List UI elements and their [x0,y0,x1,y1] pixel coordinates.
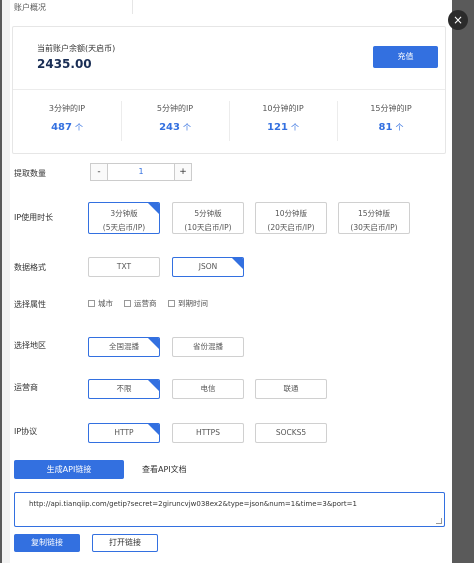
stat-value: 243 [159,122,180,133]
stat-unit: 个 [290,123,299,132]
duration-option-3min[interactable]: 3分钟版 (5天启币/IP) [88,202,160,234]
account-panel: 账户概况 当前账户余额(天启币) 2435.00 充值 3分钟的IP 487 个 … [2,0,452,563]
panel-left-strip [2,0,10,563]
option-price: (20天启币/IP) [267,223,315,232]
resize-handle-icon[interactable] [436,518,442,524]
stat-label: 15分钟的IP [370,104,412,113]
protocol-option-https[interactable]: HTTPS [172,423,244,443]
balance-value: 2435.00 [37,57,92,71]
region-option-national[interactable]: 全国混播 [88,337,160,357]
close-icon[interactable]: × [448,10,468,30]
open-link-button[interactable]: 打开链接 [92,534,158,552]
header-divider [132,0,133,14]
view-api-docs-link[interactable]: 查看API文档 [142,464,187,475]
checkbox-label: 到期时间 [178,299,208,308]
checkbox-label: 城市 [98,299,113,308]
stat-value: 121 [267,122,288,133]
stat-value: 487 [51,122,72,133]
format-option-txt[interactable]: TXT [88,257,160,277]
region-label: 选择地区 [14,341,46,350]
attributes-label: 选择属性 [14,300,46,309]
stat-unit: 个 [395,123,404,132]
panel-title: 账户概况 [14,3,46,12]
generate-api-link-button[interactable]: 生成API链接 [14,460,124,479]
card-divider [13,89,445,90]
stat-3min: 3分钟的IP 487 个 [13,101,121,141]
api-url-textarea[interactable]: http://api.tianqiip.com/getip?secret=2gi… [14,492,445,527]
decrement-button[interactable]: - [90,163,108,181]
protocol-option-http[interactable]: HTTP [88,423,160,443]
option-title: 5分钟版 [194,209,222,218]
stat-unit: 个 [182,123,191,132]
carrier-option-unicom[interactable]: 联通 [255,379,327,399]
protocol-option-socks5[interactable]: SOCKS5 [255,423,327,443]
duration-option-10min[interactable]: 10分钟版 (20天启币/IP) [255,202,327,234]
stat-unit: 个 [74,123,83,132]
option-price: (30天启币/IP) [350,223,398,232]
option-price: (5天启币/IP) [102,223,146,232]
stat-10min: 10分钟的IP 121 个 [229,101,337,141]
api-url-text: http://api.tianqiip.com/getip?secret=2gi… [29,500,357,508]
attribute-checkbox-carrier[interactable]: 运营商 [124,298,157,309]
stat-15min: 15分钟的IP 81 个 [337,101,445,141]
duration-option-5min[interactable]: 5分钟版 (10天启币/IP) [172,202,244,234]
carrier-option-any[interactable]: 不限 [88,379,160,399]
quantity-label: 提取数量 [14,169,46,178]
format-option-json[interactable]: JSON [172,257,244,277]
quantity-input[interactable]: 1 [108,163,174,181]
stat-label: 10分钟的IP [262,104,304,113]
region-option-province[interactable]: 省份混播 [172,337,244,357]
copy-link-button[interactable]: 复制链接 [14,534,80,552]
checkbox-icon[interactable] [88,300,95,307]
protocol-label: IP协议 [14,427,38,436]
stat-label: 5分钟的IP [156,104,194,113]
stat-value: 81 [378,122,393,133]
option-title: 3分钟版 [110,209,138,218]
balance-label: 当前账户余额(天启币) [37,44,116,53]
duration-label: IP使用时长 [14,213,54,222]
attribute-checkbox-expiry[interactable]: 到期时间 [168,298,208,309]
stat-5min: 5分钟的IP 243 个 [121,101,229,141]
checkbox-icon[interactable] [168,300,175,307]
increment-button[interactable]: + [174,163,192,181]
checkbox-label: 运营商 [134,299,157,308]
checkbox-icon[interactable] [124,300,131,307]
carrier-label: 运营商 [14,383,38,392]
stat-label: 3分钟的IP [48,104,86,113]
option-price: (10天启币/IP) [184,223,232,232]
format-label: 数据格式 [14,263,46,272]
duration-option-15min[interactable]: 15分钟版 (30天启币/IP) [338,202,410,234]
account-summary-card: 当前账户余额(天启币) 2435.00 充值 3分钟的IP 487 个 5分钟的I… [12,26,446,154]
option-title: 10分钟版 [274,209,308,218]
quantity-stepper: - 1 + [90,163,192,181]
recharge-button[interactable]: 充值 [373,46,438,68]
option-title: 15分钟版 [357,209,391,218]
carrier-option-telecom[interactable]: 电信 [172,379,244,399]
attribute-checkbox-city[interactable]: 城市 [88,298,113,309]
